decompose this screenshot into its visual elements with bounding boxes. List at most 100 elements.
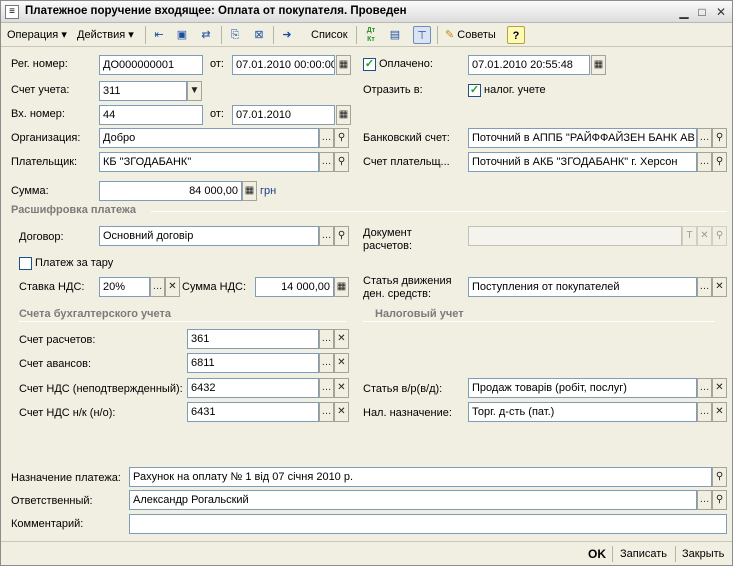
toolbar: Операция ▾ Действия ▾ ⇤ ▣ ⇄ ⎘ ⊠ ➜ Список… <box>1 23 732 47</box>
minimize-icon[interactable]: ▁ <box>676 4 692 20</box>
clear-icon[interactable]: ✕ <box>697 226 712 246</box>
account-label: Счет учета: <box>11 84 70 96</box>
vat-nk-field[interactable]: 6431 <box>187 402 319 422</box>
calendar-icon[interactable]: ▦ <box>336 55 351 75</box>
ellipsis-icon[interactable]: … <box>319 329 334 349</box>
vat-unconfirmed-label: Счет НДС (неподтвержденный): <box>19 383 183 395</box>
reg-number-field[interactable]: ДО000000001 <box>99 55 203 75</box>
advance-account-field[interactable]: 6811 <box>187 353 319 373</box>
ellipsis-icon[interactable]: … <box>697 152 712 172</box>
payer-field[interactable]: КБ "ЗГОДАБАНК" <box>99 152 319 172</box>
based-on-icon[interactable]: ➜ <box>278 26 296 44</box>
maximize-icon[interactable]: □ <box>694 4 710 20</box>
vat-unconfirmed-field[interactable]: 6432 <box>187 378 319 398</box>
post-document-icon[interactable]: ⎘ <box>226 26 244 44</box>
search-icon[interactable]: ⚲ <box>334 152 349 172</box>
ellipsis-icon[interactable]: … <box>319 152 334 172</box>
save-button[interactable]: Записать <box>620 546 667 562</box>
vat-rate-field[interactable]: 20% <box>99 277 150 297</box>
search-icon[interactable]: ⚲ <box>334 128 349 148</box>
tips-button[interactable]: ✎ Советы <box>442 26 499 44</box>
clear-icon[interactable]: ✕ <box>334 402 349 422</box>
paid-date-field[interactable]: 07.01.2010 20:55:48 <box>468 55 590 75</box>
clear-icon[interactable]: ✕ <box>334 378 349 398</box>
income-item-field[interactable]: Продаж товарів (робіт, послуг) <box>468 378 697 398</box>
calendar-icon[interactable]: ▦ <box>336 105 351 125</box>
unpost-document-icon[interactable]: ⊠ <box>250 26 268 44</box>
ellipsis-icon[interactable]: … <box>319 128 334 148</box>
type-icon[interactable]: T <box>682 226 697 246</box>
clear-icon[interactable]: ✕ <box>334 353 349 373</box>
clear-icon[interactable]: ✕ <box>712 402 727 422</box>
search-icon[interactable]: ⚲ <box>712 152 727 172</box>
ellipsis-icon[interactable]: … <box>697 490 712 510</box>
ellipsis-icon[interactable]: … <box>697 277 712 297</box>
search-icon[interactable]: ⚲ <box>712 128 727 148</box>
status-bar: OK Записать Закрыть <box>1 541 732 565</box>
ellipsis-icon[interactable]: … <box>697 128 712 148</box>
reg-date-from-label: от: <box>210 58 224 70</box>
amount-field[interactable]: 84 000,00 <box>99 181 242 201</box>
actions-menu[interactable]: Действия ▾ <box>74 26 137 44</box>
responsible-field[interactable]: Александр Рогальский <box>129 490 697 510</box>
bank-account-field[interactable]: Поточний в АППБ "РАЙФФАЙЗЕН БАНК АВ <box>468 128 697 148</box>
ok-button[interactable]: OK <box>588 546 606 562</box>
breakdown-section-title: Расшифровка платежа <box>11 204 137 216</box>
ellipsis-icon[interactable]: … <box>319 353 334 373</box>
responsible-label: Ответственный: <box>11 495 93 507</box>
operation-menu[interactable]: Операция ▾ <box>4 26 70 44</box>
clear-icon[interactable]: ✕ <box>712 277 727 297</box>
ellipsis-icon[interactable]: … <box>697 402 712 422</box>
section-divider <box>19 321 346 322</box>
search-icon[interactable]: ⚲ <box>712 226 727 246</box>
calculator-icon[interactable]: ▦ <box>242 181 257 201</box>
back-arrow-icon[interactable]: ⇤ <box>150 26 168 44</box>
settlement-doc-field[interactable] <box>468 226 682 246</box>
swap-icon[interactable]: ⇄ <box>197 26 215 44</box>
comment-label: Комментарий: <box>11 518 84 530</box>
tax-purpose-field[interactable]: Торг. д-сть (пат.) <box>468 402 697 422</box>
ellipsis-icon[interactable]: … <box>150 277 165 297</box>
ellipsis-icon[interactable]: … <box>319 226 334 246</box>
clear-icon[interactable]: ✕ <box>712 378 727 398</box>
tax-accounting-checkbox[interactable]: ✓ <box>468 84 481 97</box>
reg-date-field[interactable]: 07.01.2010 00:00:00 <box>232 55 335 75</box>
vat-amount-field[interactable]: 14 000,00 <box>255 277 334 297</box>
container-payment-checkbox[interactable] <box>19 257 32 270</box>
chevron-down-icon[interactable]: ▼ <box>187 81 202 101</box>
structure-icon[interactable]: ⊤ <box>413 26 431 44</box>
calendar-icon[interactable]: ▦ <box>591 55 606 75</box>
dt-kt-icon[interactable]: Дт Кт <box>362 26 380 44</box>
help-icon[interactable]: ? <box>507 26 525 44</box>
report-icon[interactable]: ▤ <box>386 26 404 44</box>
ellipsis-icon[interactable]: … <box>319 378 334 398</box>
organization-field[interactable]: Добро <box>99 128 319 148</box>
window-title: Платежное поручение входящее: Оплата от … <box>25 5 407 17</box>
incoming-number-field[interactable]: 44 <box>99 105 203 125</box>
cash-flow-field[interactable]: Поступления от покупателей <box>468 277 697 297</box>
calculator-icon[interactable]: ▦ <box>334 277 349 297</box>
view-document-icon[interactable]: ▣ <box>173 26 191 44</box>
section-divider <box>151 211 727 212</box>
incoming-date-field[interactable]: 07.01.2010 <box>232 105 335 125</box>
list-button[interactable]: Список <box>308 26 351 44</box>
comment-field[interactable] <box>129 514 727 534</box>
search-icon[interactable]: ⚲ <box>712 490 727 510</box>
search-icon[interactable]: ⚲ <box>334 226 349 246</box>
currency-label: грн <box>260 185 277 197</box>
close-button[interactable]: Закрыть <box>682 546 724 562</box>
search-icon[interactable]: ⚲ <box>712 467 727 487</box>
accounting-section-title: Счета бухгалтерского учета <box>19 308 172 320</box>
clear-icon[interactable]: ✕ <box>165 277 180 297</box>
settlement-account-field[interactable]: 361 <box>187 329 319 349</box>
paid-checkbox[interactable]: ✓ <box>363 58 376 71</box>
account-field[interactable]: 311 <box>99 81 187 101</box>
settlement-doc-label-line2: расчетов: <box>363 240 413 252</box>
contract-field[interactable]: Основний договір <box>99 226 319 246</box>
close-icon[interactable]: ✕ <box>713 4 729 20</box>
ellipsis-icon[interactable]: … <box>319 402 334 422</box>
payment-purpose-field[interactable]: Рахунок на оплату № 1 від 07 січня 2010 … <box>129 467 712 487</box>
ellipsis-icon[interactable]: … <box>697 378 712 398</box>
clear-icon[interactable]: ✕ <box>334 329 349 349</box>
payer-account-field[interactable]: Поточний в АКБ "ЗГОДАБАНК" г. Херсон <box>468 152 697 172</box>
